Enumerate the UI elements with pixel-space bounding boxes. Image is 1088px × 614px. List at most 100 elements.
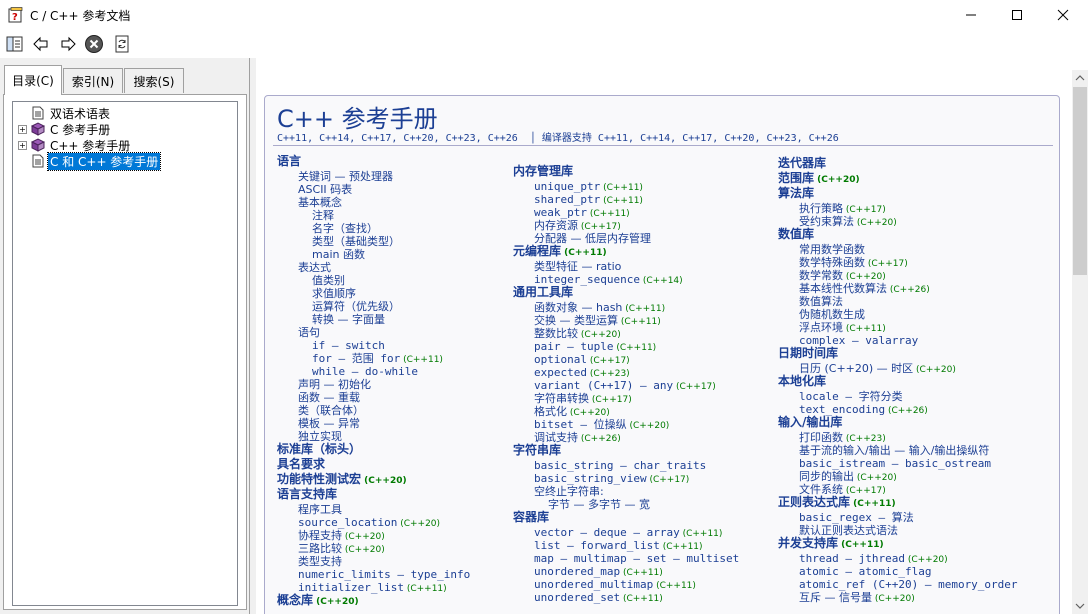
reference-link[interactable]: 类型特征 — ratio xyxy=(534,260,621,273)
reference-link[interactable]: 模板 — 异常 xyxy=(298,417,360,430)
section-heading-link[interactable]: 容器库 xyxy=(513,511,549,524)
reference-link[interactable]: basic_regex — 算法 xyxy=(799,511,914,524)
reference-link[interactable]: 表达式 xyxy=(298,261,331,274)
reference-link[interactable]: locale — 字符分类 xyxy=(799,390,903,403)
link-text: 打印函数 xyxy=(799,431,843,444)
link-text: 容器库 xyxy=(513,510,550,524)
section-heading-link[interactable]: 迭代器库 xyxy=(778,157,826,170)
scroll-thumb[interactable] xyxy=(1073,87,1087,275)
reference-link[interactable]: 数值算法 xyxy=(799,295,843,308)
reference-link[interactable]: 互斥 — 信号量 (C++20) xyxy=(799,591,915,606)
expand-icon[interactable]: + xyxy=(18,124,27,134)
reference-link[interactable]: 语句 xyxy=(298,326,320,339)
tab-index[interactable]: 索引(N) xyxy=(63,68,123,93)
reference-link[interactable]: 函数 — 重载 xyxy=(298,391,360,404)
section-heading-link[interactable]: 范围库 (C++20) xyxy=(778,172,860,187)
section-heading-link[interactable]: 并发支持库 (C++11) xyxy=(778,537,884,552)
refresh-button[interactable] xyxy=(111,33,133,55)
link-text: atomic — atomic_flag xyxy=(799,565,932,578)
link-text: 函数 — 重载 xyxy=(298,391,360,404)
reference-link[interactable]: if — switch xyxy=(312,339,385,352)
reference-link[interactable]: 类型支持 xyxy=(298,555,342,568)
reference-link[interactable]: atomic_ref (C++20) — memory_order xyxy=(799,578,1018,591)
vertical-scrollbar[interactable] xyxy=(1072,70,1088,614)
reference-link[interactable]: 类（联合体） xyxy=(298,404,364,417)
reference-link[interactable]: 程序工具 xyxy=(298,503,342,516)
reference-link[interactable]: atomic — atomic_flag xyxy=(799,565,931,578)
hide-pane-button[interactable] xyxy=(4,33,26,55)
section-heading-link[interactable]: 字符串库 xyxy=(513,444,561,457)
link-text: initializer_list xyxy=(298,581,404,594)
tree-item-c-reference[interactable]: + C 参考手册 xyxy=(18,121,112,137)
tree-item-c-and-cpp-reference[interactable]: C 和 C++ 参考手册 xyxy=(18,151,162,171)
reference-link[interactable]: basic_string — char_traits xyxy=(534,459,706,472)
link-text: 转换 — 字面量 xyxy=(312,313,385,326)
section-heading-link[interactable]: 功能特性测试宏 (C++20) xyxy=(277,473,407,488)
section-heading-link[interactable]: 本地化库 xyxy=(778,375,826,388)
tree-item-cpp-reference[interactable]: + C++ 参考手册 xyxy=(18,137,132,153)
expand-icon[interactable]: + xyxy=(18,140,27,150)
tree-item-label: C++ 参考手册 xyxy=(50,138,131,153)
reference-link[interactable]: 类型（基础类型） xyxy=(312,235,400,248)
close-button[interactable] xyxy=(1040,0,1086,30)
page-subtitle[interactable]: C++11, C++14, C++17, C++20, C++23, C++26… xyxy=(277,129,839,144)
section-heading-link[interactable]: 日期时间库 xyxy=(778,347,838,360)
scroll-up-icon[interactable] xyxy=(1072,70,1088,86)
link-text: optional xyxy=(534,353,587,366)
reference-link[interactable]: 伪随机数生成 xyxy=(799,308,865,321)
tree-item-glossary[interactable]: 双语术语表 xyxy=(18,105,112,121)
link-text: 协程支持 xyxy=(298,529,342,542)
version-badge: (C++11) xyxy=(622,304,666,314)
section-heading-link[interactable]: 算法库 xyxy=(778,187,814,200)
forward-button[interactable] xyxy=(57,33,79,55)
stop-button[interactable] xyxy=(83,33,105,55)
link-text: 数学特殊函数 xyxy=(799,256,865,269)
reference-link[interactable]: 字节 — 多字节 — 宽 xyxy=(548,498,650,511)
reference-link[interactable]: 基于流的输入/输出 — 输入/输出操纵符 xyxy=(799,444,989,457)
section-heading-link[interactable]: 标准库（标头） xyxy=(277,443,361,456)
section-heading-link[interactable]: 输入/输出库 xyxy=(778,416,842,429)
reference-link[interactable]: ASCII 码表 xyxy=(298,183,352,196)
reference-link[interactable]: map — multimap — set — multiset xyxy=(534,552,739,565)
reference-link[interactable]: 求值顺序 xyxy=(312,287,356,300)
tab-contents[interactable]: 目录(C) xyxy=(4,65,62,95)
reference-link[interactable]: 值类别 xyxy=(312,274,345,287)
reference-link[interactable]: 常用数学函数 xyxy=(799,243,865,256)
minimize-button[interactable] xyxy=(948,0,994,30)
reference-link[interactable]: unordered_set (C++11) xyxy=(534,591,663,606)
section-heading-link[interactable]: 数值库 xyxy=(778,228,814,241)
back-button[interactable] xyxy=(30,33,52,55)
section-heading-link[interactable]: 元编程库 (C++11) xyxy=(513,245,607,260)
reference-link[interactable]: while — do-while xyxy=(312,365,418,378)
reference-link[interactable]: 空终止字符串: xyxy=(534,485,604,498)
tree-item-label: C 参考手册 xyxy=(50,122,111,137)
tab-search[interactable]: 搜索(S) xyxy=(124,68,184,93)
reference-link[interactable]: numeric_limits — type_info xyxy=(298,568,470,581)
section-heading-link[interactable]: 通用工具库 xyxy=(513,286,573,299)
reference-link[interactable]: 声明 — 初始化 xyxy=(298,378,371,391)
link-text: if — switch xyxy=(312,339,385,352)
link-text: 伪随机数生成 xyxy=(799,308,865,321)
link-text: 空终止字符串: xyxy=(534,485,604,498)
version-badge: (C++11) xyxy=(403,584,447,594)
reference-link[interactable]: main 函数 xyxy=(312,248,365,261)
section-heading-link[interactable]: 概念库 (C++20) xyxy=(277,594,359,609)
link-text: 声明 — 初始化 xyxy=(298,378,371,391)
reference-link[interactable]: basic_istream — basic_ostream xyxy=(799,457,991,470)
reference-link[interactable]: 基本概念 xyxy=(298,196,342,209)
reference-link[interactable]: 关键词 — 预处理器 xyxy=(298,170,393,183)
reference-link[interactable]: 转换 — 字面量 xyxy=(312,313,385,326)
section-heading-link[interactable]: 内存管理库 xyxy=(513,165,573,178)
maximize-button[interactable] xyxy=(994,0,1040,30)
version-badge: (C++11) xyxy=(618,317,661,327)
link-text: map — multimap — set — multiset xyxy=(534,552,740,565)
reference-link[interactable]: 名字（查找） xyxy=(312,222,378,235)
reference-link[interactable]: 运算符（优先级） xyxy=(312,300,400,313)
section-heading-link[interactable]: 语言 xyxy=(277,155,301,168)
scroll-down-icon[interactable] xyxy=(1072,598,1088,614)
link-text: 格式化 xyxy=(534,405,567,418)
section-heading-link[interactable]: 具名要求 xyxy=(277,458,325,471)
section-heading-link[interactable]: 正则表达式库 (C++11) xyxy=(778,496,896,511)
reference-link[interactable]: 注释 xyxy=(312,209,334,222)
section-heading-link[interactable]: 语言支持库 xyxy=(277,488,337,501)
